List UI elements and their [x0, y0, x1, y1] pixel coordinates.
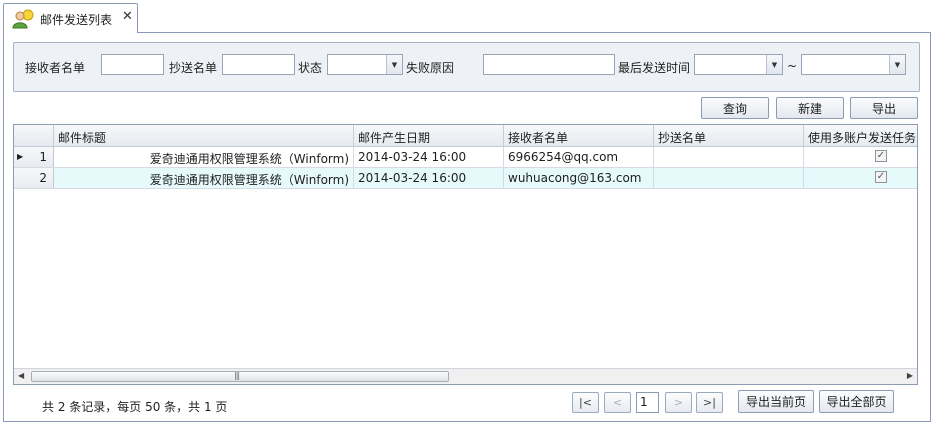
header-receiver[interactable]: 接收者名单	[504, 125, 654, 146]
cell-multi-account[interactable]: ✓	[804, 168, 917, 188]
header-date[interactable]: 邮件产生日期	[354, 125, 504, 146]
query-button[interactable]: 查询	[701, 97, 769, 119]
multi-account-checkbox[interactable]: ✓	[875, 171, 887, 183]
first-page-button[interactable]: |<	[572, 392, 599, 413]
mail-grid: 邮件标题 邮件产生日期 接收者名单 抄送名单 使用多账户发送任务 ▶ 1 爱奇迪…	[13, 124, 918, 385]
cell-cc[interactable]	[654, 147, 804, 167]
tab-title: 邮件发送列表	[40, 13, 113, 27]
page-number-input[interactable]: 1	[636, 392, 659, 413]
receiver-label: 接收者名单	[25, 61, 86, 75]
next-page-button[interactable]: >	[665, 392, 692, 413]
cell-title[interactable]: 爱奇迪通用权限管理系统（Winform)	[54, 168, 354, 188]
cc-label: 抄送名单	[169, 61, 218, 75]
multi-account-checkbox[interactable]: ✓	[875, 150, 887, 162]
receiver-input[interactable]	[101, 54, 164, 75]
row-indicator[interactable]: 2	[14, 168, 54, 188]
last-send-time-label: 最后发送时间	[618, 61, 691, 75]
chevron-down-icon[interactable]: ▼	[766, 55, 782, 74]
time-to-picker[interactable]: ▼	[801, 54, 906, 75]
current-row-icon: ▶	[17, 152, 24, 161]
status-label: 状态	[298, 61, 323, 75]
tab-mail-send-list[interactable]: 邮件发送列表 ✕	[3, 3, 138, 33]
scroll-right-icon[interactable]: ▶	[907, 371, 913, 380]
export-all-pages-button[interactable]: 导出全部页	[819, 390, 894, 413]
table-row[interactable]: 2 爱奇迪通用权限管理系统（Winform) 2014-03-24 16:00 …	[14, 168, 917, 189]
scroll-left-icon[interactable]: ◀	[18, 371, 24, 380]
export-current-page-button[interactable]: 导出当前页	[738, 390, 814, 413]
prev-page-button[interactable]: <	[604, 392, 631, 413]
close-icon[interactable]: ✕	[122, 9, 133, 24]
cell-receiver[interactable]: wuhuacong@163.com	[504, 168, 654, 188]
scroll-thumb[interactable]: |||	[31, 371, 449, 382]
grip-icon: |||	[234, 371, 240, 380]
header-title[interactable]: 邮件标题	[54, 125, 354, 146]
horizontal-scrollbar[interactable]: ◀ ||| ▶	[14, 368, 917, 384]
cell-receiver[interactable]: 6966254@qq.com	[504, 147, 654, 167]
record-summary: 共 2 条记录，每页 50 条，共 1 页	[42, 400, 228, 414]
cell-cc[interactable]	[654, 168, 804, 188]
row-indicator[interactable]: ▶ 1	[14, 147, 54, 167]
header-multi-account[interactable]: 使用多账户发送任务	[804, 125, 917, 146]
export-button[interactable]: 导出	[850, 97, 918, 119]
time-from-picker[interactable]: ▼	[694, 54, 783, 75]
cell-date[interactable]: 2014-03-24 16:00	[354, 147, 504, 167]
user-mail-icon	[12, 9, 34, 29]
chevron-down-icon[interactable]: ▼	[386, 55, 402, 74]
cell-date[interactable]: 2014-03-24 16:00	[354, 168, 504, 188]
cell-multi-account[interactable]: ✓	[804, 147, 917, 167]
chevron-down-icon[interactable]: ▼	[889, 55, 905, 74]
fail-reason-input[interactable]	[483, 54, 615, 75]
header-row-indicator	[14, 125, 54, 146]
filter-panel: 接收者名单 抄送名单 状态 ▼ 失败原因 最后发送时间 ▼ ~ ▼	[13, 42, 920, 92]
cc-input[interactable]	[222, 54, 295, 75]
table-row[interactable]: ▶ 1 爱奇迪通用权限管理系统（Winform) 2014-03-24 16:0…	[14, 147, 917, 168]
fail-reason-label: 失败原因	[406, 61, 455, 75]
main-frame: 接收者名单 抄送名单 状态 ▼ 失败原因 最后发送时间 ▼ ~ ▼ 查询 新建 …	[3, 32, 931, 422]
last-page-button[interactable]: >|	[696, 392, 723, 413]
grid-header: 邮件标题 邮件产生日期 接收者名单 抄送名单 使用多账户发送任务	[14, 125, 917, 147]
range-separator: ~	[787, 59, 798, 73]
new-button[interactable]: 新建	[776, 97, 844, 119]
status-select[interactable]: ▼	[327, 54, 403, 75]
header-cc[interactable]: 抄送名单	[654, 125, 804, 146]
cell-title[interactable]: 爱奇迪通用权限管理系统（Winform)	[54, 147, 354, 167]
